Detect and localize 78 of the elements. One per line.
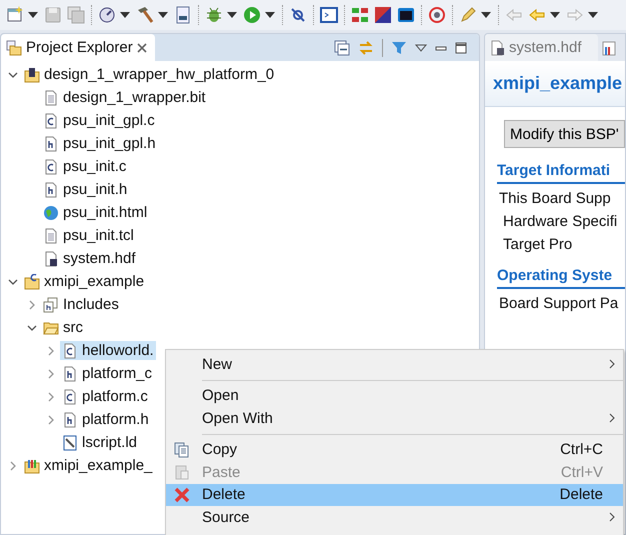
- c-file-icon: [62, 388, 78, 404]
- h-file-icon: [62, 412, 78, 428]
- gauge-icon[interactable]: [97, 5, 117, 25]
- paste-icon: [174, 464, 190, 480]
- h-file-icon: [62, 366, 78, 382]
- dropdown-arrow-icon[interactable]: [227, 12, 237, 18]
- chip-icon[interactable]: [373, 5, 393, 25]
- info-text: Hardware Specifi: [503, 213, 618, 230]
- books-folder-icon: [24, 458, 40, 474]
- view-menu-icon[interactable]: [415, 44, 427, 52]
- menu-item[interactable]: Copy Ctrl+C: [166, 438, 623, 461]
- tree-item[interactable]: psu_init.c: [41, 157, 128, 176]
- chip-folder-icon: [24, 66, 40, 82]
- shortcut-text: Ctrl+C: [560, 441, 604, 458]
- tree-item[interactable]: psu_init_gpl.c: [41, 111, 157, 130]
- h-file-icon: [43, 136, 59, 152]
- globe-icon: [43, 204, 59, 220]
- menu-item[interactable]: Open: [166, 384, 623, 407]
- editor-tab[interactable]: system.hdf: [485, 34, 598, 61]
- linker-file-icon: [62, 434, 78, 450]
- bug-icon[interactable]: [204, 5, 224, 25]
- info-text: Target Pro: [503, 236, 574, 253]
- section-heading: Operating Syste: [497, 267, 625, 289]
- c-file-icon: [43, 158, 59, 174]
- tree-item[interactable]: xmipi_example: [22, 272, 146, 291]
- dropdown-arrow-icon[interactable]: [158, 12, 168, 18]
- tree-item[interactable]: helloworld.: [60, 341, 156, 360]
- shortcut-text: Delete: [560, 486, 604, 504]
- dropdown-arrow-icon[interactable]: [550, 12, 560, 18]
- delete-icon: [174, 486, 190, 503]
- h-file-icon: [43, 182, 59, 198]
- tree-item[interactable]: design_1_wrapper_hw_platform_0: [22, 65, 276, 84]
- tree-item[interactable]: platform.h: [60, 410, 151, 429]
- dropdown-arrow-icon[interactable]: [265, 12, 275, 18]
- folder-icon: [6, 40, 22, 56]
- books-icon[interactable]: [602, 40, 618, 56]
- info-text: This Board Supp: [499, 190, 612, 207]
- dropdown-arrow-icon[interactable]: [588, 12, 598, 18]
- menu-item[interactable]: New: [166, 353, 623, 376]
- header-stack-icon: [43, 296, 59, 312]
- tree-item[interactable]: psu_init.tcl: [41, 226, 136, 245]
- tree-item[interactable]: xmipi_example_: [22, 456, 154, 475]
- copy-icon: [174, 442, 190, 458]
- text-file-icon: [43, 90, 59, 106]
- maximize-icon[interactable]: [455, 42, 467, 54]
- shortcut-text: Ctrl+V: [560, 464, 604, 481]
- c-file-icon: [62, 342, 78, 358]
- tree-item[interactable]: psu_init_gpl.h: [41, 134, 158, 153]
- tree-item[interactable]: design_1_wrapper.bit: [41, 88, 208, 107]
- tree-item[interactable]: psu_init.html: [41, 203, 150, 222]
- dropdown-arrow-icon[interactable]: [120, 12, 130, 18]
- tree-item[interactable]: platform_c: [60, 364, 154, 383]
- c-file-icon: [43, 112, 59, 128]
- terminal-icon[interactable]: [319, 5, 339, 25]
- text-file-icon: [43, 228, 59, 244]
- tree-item[interactable]: Includes: [41, 295, 121, 314]
- console-icon[interactable]: [396, 5, 416, 25]
- section-heading: Target Informati: [497, 162, 625, 184]
- tree-item[interactable]: platform.c: [60, 387, 150, 406]
- tree-item[interactable]: src: [41, 318, 85, 337]
- modify-button[interactable]: Modify this BSP': [504, 120, 625, 148]
- tree-item[interactable]: psu_init.h: [41, 180, 130, 199]
- collapse-all-icon[interactable]: [334, 40, 350, 56]
- dropdown-arrow-icon[interactable]: [28, 12, 38, 18]
- chip-file-icon: [43, 250, 59, 266]
- menu-item[interactable]: Open With: [166, 407, 623, 430]
- tree-item[interactable]: lscript.ld: [60, 433, 140, 452]
- close-icon[interactable]: [136, 42, 147, 52]
- dropdown-arrow-icon[interactable]: [481, 12, 491, 18]
- filter-icon[interactable]: [391, 40, 407, 56]
- view-tab[interactable]: Project Explorer: [1, 34, 155, 61]
- info-text: Board Support Pa: [499, 295, 620, 312]
- folder-icon: [43, 320, 59, 336]
- chip-file-icon: [491, 40, 505, 56]
- tree-item[interactable]: system.hdf: [41, 249, 138, 268]
- menu-item[interactable]: Source: [166, 506, 623, 528]
- c-folder-icon: [24, 274, 40, 290]
- menu-item[interactable]: Delete Delete: [166, 484, 623, 506]
